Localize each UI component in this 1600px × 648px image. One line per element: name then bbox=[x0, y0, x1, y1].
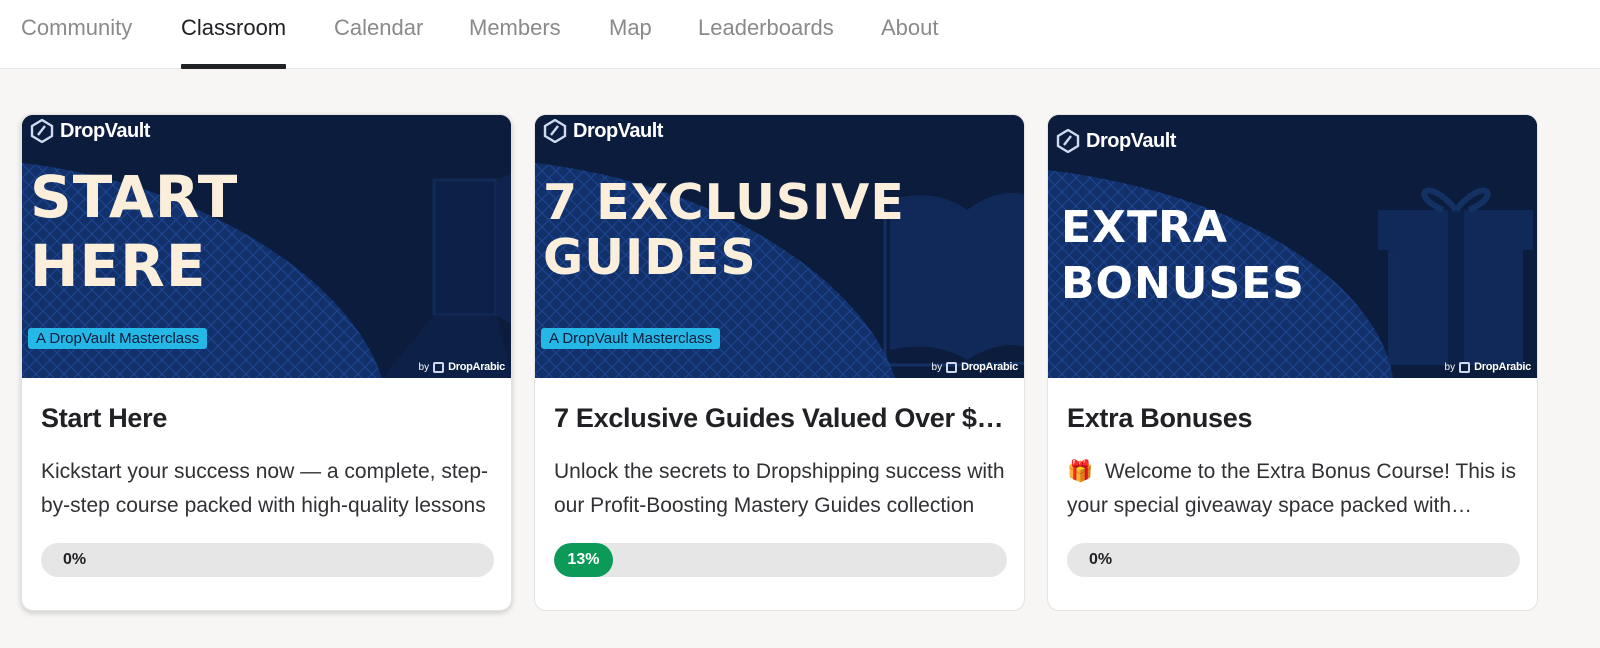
dropvault-logo-icon bbox=[1056, 129, 1080, 153]
banner-headline-line: HERE bbox=[30, 231, 207, 300]
course-card-extra-bonuses[interactable]: DropVault EXTRA BONUSES by DropArabic Ex… bbox=[1047, 114, 1538, 611]
tab-community[interactable]: Community bbox=[21, 0, 132, 69]
brand-name: DropVault bbox=[60, 119, 150, 142]
brand-logo: DropVault bbox=[30, 119, 150, 143]
tab-classroom[interactable]: Classroom bbox=[181, 0, 287, 69]
banner-headline: START HERE bbox=[30, 167, 238, 297]
brand-logo: DropVault bbox=[1056, 129, 1176, 153]
progress-percent: 13% bbox=[567, 551, 600, 568]
course-progress-bar: 13% bbox=[554, 543, 1007, 577]
gift-icon: 🎁 bbox=[1067, 460, 1094, 483]
course-progress-bar: 0% bbox=[41, 543, 494, 577]
banner-byline: by DropArabic bbox=[418, 361, 506, 373]
course-title: Start Here bbox=[41, 403, 168, 433]
brand-name: DropVault bbox=[1086, 129, 1176, 152]
course-description: Kickstart your success now — a complete,… bbox=[41, 460, 488, 517]
course-description-text: Welcome to the Extra Bonus Course! This … bbox=[1067, 460, 1517, 517]
byline-brand: DropArabic bbox=[961, 361, 1018, 373]
banner-headline-line: GUIDES bbox=[543, 229, 757, 287]
top-navigation: Community Classroom Calendar Members Map… bbox=[0, 0, 1600, 69]
banner-headline: EXTRA BONUSES bbox=[1061, 202, 1305, 310]
byline-by: by bbox=[1444, 361, 1456, 373]
progress-percent: 0% bbox=[1089, 551, 1113, 568]
tab-leaderboards[interactable]: Leaderboards bbox=[698, 0, 834, 69]
banner-byline: by DropArabic bbox=[931, 361, 1019, 373]
masterclass-badge: A DropVault Masterclass bbox=[28, 328, 208, 349]
course-card-start-here[interactable]: DropVault START HERE A DropVault Masterc… bbox=[21, 114, 512, 611]
tab-members[interactable]: Members bbox=[469, 0, 561, 69]
banner-headline-line: BONUSES bbox=[1061, 258, 1305, 310]
byline-by: by bbox=[418, 361, 430, 373]
course-banner: DropVault 7 EXCLUSIVE GUIDES A DropVault… bbox=[535, 115, 1024, 378]
course-progress-bar: 0% bbox=[1067, 543, 1520, 577]
dropvault-logo-icon bbox=[30, 119, 54, 143]
progress-percent: 0% bbox=[63, 551, 87, 568]
byline-brand: DropArabic bbox=[1474, 361, 1531, 373]
brand-logo: DropVault bbox=[543, 119, 663, 143]
course-banner: DropVault START HERE A DropVault Masterc… bbox=[22, 115, 511, 378]
tab-about[interactable]: About bbox=[881, 0, 939, 69]
byline-by: by bbox=[931, 361, 943, 373]
droparabic-logo-icon bbox=[1459, 361, 1471, 373]
course-title: 7 Exclusive Guides Valued Over $1,000 bbox=[554, 403, 1009, 433]
gift-box-icon bbox=[1378, 187, 1533, 365]
droparabic-logo-icon bbox=[946, 361, 958, 373]
course-title: Extra Bonuses bbox=[1067, 403, 1253, 433]
dropvault-logo-icon bbox=[543, 119, 567, 143]
byline-brand: DropArabic bbox=[448, 361, 505, 373]
course-card-exclusive-guides[interactable]: DropVault 7 EXCLUSIVE GUIDES A DropVault… bbox=[534, 114, 1025, 611]
open-book-icon bbox=[883, 192, 1024, 367]
course-banner: DropVault EXTRA BONUSES by DropArabic bbox=[1048, 115, 1537, 378]
banner-headline: 7 EXCLUSIVE GUIDES bbox=[543, 177, 905, 284]
tab-map[interactable]: Map bbox=[609, 0, 652, 69]
banner-byline: by DropArabic bbox=[1444, 361, 1532, 373]
droparabic-logo-icon bbox=[433, 361, 445, 373]
brand-name: DropVault bbox=[573, 119, 663, 142]
tab-calendar[interactable]: Calendar bbox=[334, 0, 423, 69]
banner-headline-line: START bbox=[30, 163, 239, 231]
banner-headline-line: EXTRA bbox=[1061, 202, 1228, 253]
course-description: Unlock the secrets to Dropshipping succe… bbox=[554, 460, 1005, 517]
course-description: 🎁 Welcome to the Extra Bonus Course! Thi… bbox=[1067, 455, 1522, 523]
banner-headline-line: 7 EXCLUSIVE bbox=[543, 174, 905, 231]
masterclass-badge: A DropVault Masterclass bbox=[541, 328, 721, 349]
